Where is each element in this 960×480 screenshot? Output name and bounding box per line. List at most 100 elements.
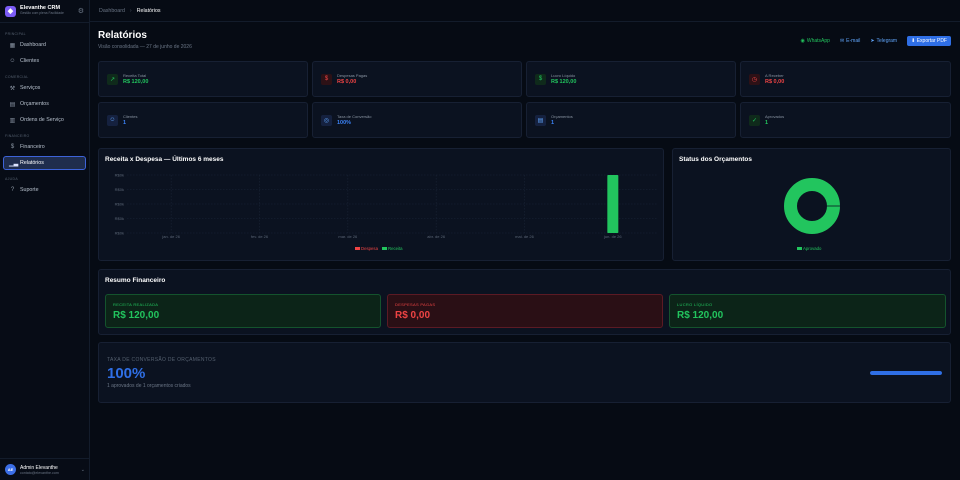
- stat-label: A Receber: [765, 73, 784, 78]
- breadcrumb-current: Relatórios: [136, 7, 161, 14]
- x-tick-label: fev. de 26: [251, 234, 269, 239]
- sidebar-item-orcamentos[interactable]: ▤ Orçamentos: [3, 97, 86, 111]
- sidebar-item-label: Serviços: [20, 85, 41, 91]
- finance-box-lucro: LUCRO LÍQUIDO R$ 120,00: [669, 294, 946, 328]
- breadcrumb: Dashboard › Relatórios: [90, 0, 960, 22]
- stat-label: Orçamentos: [551, 114, 573, 119]
- finance-value: R$ 120,00: [677, 310, 724, 321]
- sidebar-item-suporte[interactable]: ? Suporte: [3, 183, 86, 197]
- sidebar-item-relatorios[interactable]: ▁▃ Relatórios: [3, 156, 86, 170]
- legend-item-receita[interactable]: Receita: [381, 246, 403, 251]
- sidebar-item-ordens[interactable]: ▥ Ordens de Serviço: [3, 113, 86, 127]
- stat-value: 1: [551, 120, 555, 126]
- stat-card-despesas-pagas: $ Despesas Pagas R$ 0,00: [312, 61, 522, 97]
- chevron-right-icon: ›: [129, 7, 132, 14]
- legend-item-despesa[interactable]: Despesa: [355, 246, 378, 251]
- conversion-label: TAXA DE CONVERSÃO DE ORÇAMENTOS: [107, 357, 216, 363]
- sidebar-item-financeiro[interactable]: $ Financeiro: [3, 140, 86, 154]
- sidebar-item-label: Orçamentos: [20, 101, 49, 107]
- legend-label: Despesa: [361, 246, 378, 251]
- dollar-icon: $: [10, 144, 15, 150]
- stat-value: R$ 120,00: [551, 79, 577, 85]
- telegram-button[interactable]: ➤ Telegram: [870, 38, 897, 44]
- sidebar-item-label: Relatórios: [20, 160, 44, 166]
- y-tick-label: R$0k: [115, 202, 124, 207]
- stat-card-lucro-liquido: $ Lucro Líquido R$ 120,00: [526, 61, 736, 97]
- user-email: contato@elevanthe.com: [20, 470, 59, 475]
- wrench-icon: ⚒: [9, 85, 16, 92]
- export-label: Exportar PDF: [916, 38, 947, 44]
- sidebar-item-label: Dashboard: [20, 42, 46, 48]
- bar-receita-5: [607, 175, 619, 233]
- export-pdf-button[interactable]: ⬇ Exportar PDF: [907, 36, 951, 46]
- grid-icon: ▦: [9, 42, 16, 49]
- conversion-value: 100%: [107, 365, 146, 382]
- clock-icon: ◷: [749, 73, 760, 85]
- telegram-label: Telegram: [876, 38, 898, 44]
- y-tick-label: R$0k: [115, 231, 124, 236]
- x-tick-label: mar. de 26: [338, 234, 358, 239]
- whatsapp-label: WhatsApp: [806, 38, 830, 44]
- conversion-progress-fill: [870, 371, 942, 375]
- x-tick-label: abr. de 26: [427, 234, 446, 239]
- mail-icon: ✉: [839, 38, 845, 44]
- whatsapp-icon: ◉: [800, 38, 805, 44]
- stat-card-clientes: ☺ Clientes 1: [98, 102, 308, 138]
- trend-up-icon: ↗: [107, 73, 118, 85]
- legend-label: Aprovado: [803, 246, 822, 251]
- financial-summary-card: Resumo Financeiro RECEITA REALIZADA R$ 1…: [98, 269, 951, 335]
- sidebar-item-label: Financeiro: [20, 144, 45, 150]
- finance-label: RECEITA REALIZADA: [113, 302, 159, 307]
- user-name: Admin Elevanthe: [20, 464, 58, 471]
- avatar: AE: [5, 464, 16, 475]
- file-icon: ▤: [9, 101, 16, 108]
- clipboard-icon: ▥: [9, 117, 16, 124]
- email-label: E-mail: [846, 38, 861, 44]
- email-button[interactable]: ✉ E-mail: [840, 38, 860, 44]
- sidebar-item-servicos[interactable]: ⚒ Serviços: [3, 81, 86, 95]
- conversion-progress-bar: [870, 371, 942, 375]
- finance-box-receita: RECEITA REALIZADA R$ 120,00: [105, 294, 381, 328]
- legend-item-aprovado[interactable]: Aprovado: [797, 246, 821, 251]
- sidebar-item-clientes[interactable]: ☺ Clientes: [3, 54, 86, 68]
- settings-gear-icon[interactable]: ⚙: [78, 7, 84, 15]
- brand-logo-icon: ◆: [5, 5, 16, 17]
- finance-value: R$ 0,00: [395, 310, 431, 321]
- stat-value: 1: [123, 120, 127, 126]
- legend-label: Receita: [387, 246, 403, 251]
- quote-status-chart-card: Status dos Orçamentos Aprovado: [672, 148, 951, 261]
- stat-card-aprovados: ✓ Aprovados 1: [740, 102, 951, 138]
- finance-label: DESPESAS PAGAS: [395, 302, 436, 307]
- conversion-rate-card: TAXA DE CONVERSÃO DE ORÇAMENTOS 100% 1 a…: [98, 342, 951, 403]
- dollar-icon: $: [321, 73, 332, 85]
- finance-box-despesas: DESPESAS PAGAS R$ 0,00: [387, 294, 663, 328]
- y-tick-label: R$0k: [115, 216, 124, 221]
- chevron-down-icon: ⌄: [80, 466, 85, 473]
- send-icon: ➤: [870, 38, 875, 44]
- revenue-expense-chart-card: Receita x Despesa — Últimos 6 meses R$0k…: [98, 148, 664, 261]
- stat-card-taxa-conversao: ◎ Taxa de Conversão 100%: [312, 102, 522, 138]
- sidebar-item-label: Clientes: [20, 58, 40, 64]
- stat-card-receita-total: ↗ Receita Total R$ 120,00: [98, 61, 308, 97]
- page-subtitle: Visão consolidada — 27 de junho de 2026: [98, 44, 192, 50]
- x-tick-label: mai. de 26: [515, 234, 534, 239]
- pie-legend: Aprovado: [797, 246, 821, 251]
- file-icon: ▤: [535, 114, 546, 126]
- sidebar-item-dashboard[interactable]: ▦ Dashboard: [3, 38, 86, 52]
- whatsapp-button[interactable]: ◉ WhatsApp: [801, 38, 830, 44]
- share-actions: ◉ WhatsApp ✉ E-mail ➤ Telegram ⬇ Exportar P…: [801, 36, 951, 46]
- x-tick-label: jan. de 26: [161, 234, 180, 239]
- help-icon: ?: [10, 187, 15, 193]
- finance-label: LUCRO LÍQUIDO: [677, 302, 713, 307]
- stat-value: 100%: [337, 120, 352, 126]
- check-icon: ✓: [749, 114, 760, 126]
- brand-subtitle: Gestão com plena Facilidade: [20, 11, 64, 16]
- user-menu[interactable]: AE Admin Elevanthe contato@elevanthe.com…: [0, 458, 90, 480]
- stat-value: R$ 0,00: [337, 79, 357, 85]
- bar-chart-icon: ▁▃: [9, 160, 19, 167]
- stat-label: Aprovados: [765, 114, 785, 119]
- conversion-subtext: 1 aprovados de 1 orçamentos criados: [107, 383, 191, 389]
- breadcrumb-root[interactable]: Dashboard: [99, 8, 125, 14]
- sidebar: ◆ Elevanthe CRM Gestão com plena Facilid…: [0, 0, 90, 480]
- stat-label: Clientes: [123, 114, 138, 119]
